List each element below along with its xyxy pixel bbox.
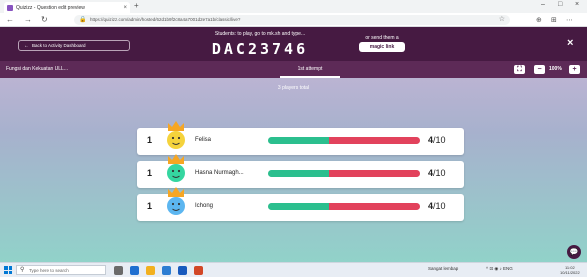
browser-tab[interactable]: Quizizz - Question edit preview × [4,2,130,13]
zoom-level: 100% [549,66,562,72]
tab-first-attempt[interactable]: 1st attempt [280,61,340,78]
word-icon[interactable] [178,266,187,275]
address-bar-row: ← → ↻ 🔒 https://quizizz.com/admin/hosted… [0,13,587,27]
os-taskbar: ⚲ Type here to search Sangat lembap ^ ⊡ … [0,262,587,277]
send-them-label: or send them a [365,35,399,41]
crowned-avatar-icon [167,121,185,149]
incorrect-segment [328,203,420,210]
player-score: 4/10 [428,168,446,178]
quiz-host-app: ← Back to Activity Dashboard Students: t… [0,27,587,262]
browser-tab-title: Quizizz - Question edit preview [16,4,85,11]
player-name: Hasna Nurmagh... [195,170,244,176]
player-row[interactable]: 1 Felisa 4/10 [137,121,464,155]
player-name: Felisa [195,137,212,143]
clock-date: 10/11/2022 [560,270,580,275]
back-to-dashboard-label: Back to Activity Dashboard [32,43,86,48]
browser-menu-icon[interactable]: ⋯ [566,16,573,24]
correct-segment [268,203,329,210]
back-to-dashboard-button[interactable]: ← Back to Activity Dashboard [18,40,130,51]
taskbar-search-input[interactable]: ⚲ Type here to search [16,265,106,275]
search-placeholder: Type here to search [29,268,69,273]
forward-icon[interactable]: → [24,15,32,24]
score-total: /10 [433,168,446,178]
mail-icon[interactable] [162,266,171,275]
player-rank: 1 [147,201,153,211]
score-total: /10 [433,135,446,145]
collections-icon[interactable]: ⊞ [551,16,557,24]
magic-link-button[interactable]: magic link [359,42,405,52]
lock-icon: 🔒 [79,17,87,23]
maximize-icon[interactable]: □ [558,1,562,8]
chrome-icon[interactable] [194,266,203,275]
taskbar-clock[interactable]: 11:02 10/11/2022 [560,265,580,275]
edge-browser-icon[interactable] [130,266,139,275]
zoom-in-button[interactable]: + [569,65,580,74]
extension-icon[interactable]: ⊕ [536,16,542,24]
minimize-icon[interactable]: – [541,1,545,8]
quiz-subbar: Fungsi dan Kekuatan ULL... 1st attempt ⛶… [0,61,587,78]
player-name: Ichong [195,203,214,209]
incorrect-segment [328,170,420,177]
close-icon[interactable]: × [567,37,573,49]
window-close-icon[interactable]: × [575,1,579,8]
correct-segment [268,170,329,177]
join-header: ← Back to Activity Dashboard Students: t… [0,27,587,61]
arrow-left-icon: ← [24,42,29,49]
zoom-out-button[interactable]: − [534,65,545,74]
players-total: 3 players total [277,85,310,91]
incorrect-segment [328,137,420,144]
back-icon[interactable]: ← [6,15,14,24]
windows-start-icon[interactable] [4,266,12,274]
join-code: DAC23746 [211,40,309,58]
task-view-icon[interactable] [114,266,123,275]
weather-status[interactable]: Sangat lembap [428,266,458,271]
correct-segment [268,137,329,144]
score-total: /10 [433,201,446,211]
crowned-avatar-icon [167,154,185,182]
search-icon: ⚲ [20,267,25,273]
join-instruction: Students: to play, go to mk.sh and type.… [214,31,306,37]
player-row[interactable]: 1 Ichong 4/10 [137,187,464,221]
url-field[interactable]: 🔒 https://quizizz.com/admin/hosted/62d1b… [74,15,510,25]
player-score: 4/10 [428,201,446,211]
chat-icon[interactable]: 💬 [567,245,581,259]
tab-close-icon[interactable]: × [123,5,130,11]
quizizz-favicon-icon [7,4,13,11]
score-progress-bar [268,137,420,144]
url-text: https://quizizz.com/admin/hosted/62d1b9f… [90,17,241,22]
score-progress-bar [268,203,420,210]
player-row[interactable]: 1 Hasna Nurmagh... 4/10 [137,154,464,188]
file-explorer-icon[interactable] [146,266,155,275]
score-progress-bar [268,170,420,177]
crowned-avatar-icon [167,187,185,215]
bookmark-star-icon[interactable]: ☆ [499,15,505,25]
new-tab-button[interactable]: + [134,1,139,10]
quiz-title: Fungsi dan Kekuatan ULL... [6,66,68,72]
browser-tab-strip: Quizizz - Question edit preview × + – □ … [0,0,587,13]
fullscreen-icon[interactable]: ⛶ [514,65,525,74]
player-score: 4/10 [428,135,446,145]
reload-icon[interactable]: ↻ [41,15,48,24]
player-rank: 1 [147,168,153,178]
player-rank: 1 [147,135,153,145]
system-tray-icons[interactable]: ^ ⊡ ◉ ♪ ENG [486,266,513,272]
